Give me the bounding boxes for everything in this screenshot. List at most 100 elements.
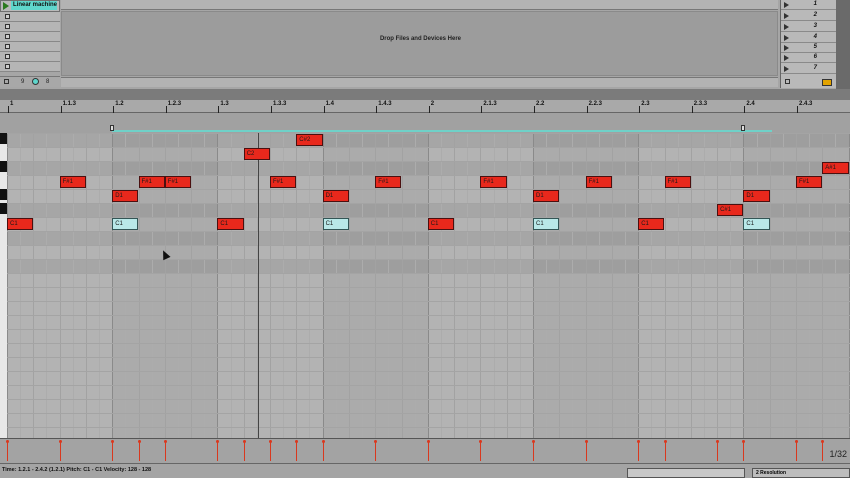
clip-slot[interactable] <box>0 22 60 32</box>
clip-stop-icon[interactable] <box>5 54 10 59</box>
midi-note[interactable]: D1 <box>322 190 349 202</box>
velocity-stem[interactable] <box>217 440 219 461</box>
midi-note[interactable]: C#2 <box>296 134 323 146</box>
scene-launch[interactable]: 6 <box>781 53 837 63</box>
midi-note[interactable]: C1 <box>217 218 244 230</box>
velocity-stem[interactable] <box>112 440 114 461</box>
velocity-stem[interactable] <box>664 440 666 461</box>
velocity-handle[interactable] <box>163 440 167 443</box>
scene-play-icon[interactable] <box>784 13 789 19</box>
clip-slot[interactable] <box>0 32 60 42</box>
piano-keyboard[interactable] <box>0 133 7 438</box>
midi-note[interactable]: C1 <box>112 218 139 230</box>
clip-slot[interactable] <box>0 52 60 62</box>
velocity-stem[interactable] <box>138 440 140 461</box>
midi-note[interactable]: F#1 <box>138 176 165 188</box>
clip-slot[interactable] <box>0 62 60 72</box>
loop-start-handle[interactable] <box>110 125 114 131</box>
velocity-handle[interactable] <box>321 440 325 443</box>
clip-stop-icon[interactable] <box>5 14 10 19</box>
midi-note[interactable]: D1 <box>743 190 770 202</box>
midi-note[interactable]: C1 <box>427 218 455 230</box>
note-editor-grid[interactable]: C1 F#1 C1 D1 F#1 F#1 C1 C2 F#1 C#2 C1 D1 F#1 C1 F#1 C1 D… <box>7 133 850 438</box>
scene-launch[interactable]: 4 <box>781 33 837 43</box>
velocity-stem[interactable] <box>270 440 271 461</box>
velocity-handle[interactable] <box>479 440 483 443</box>
stop-all-button[interactable] <box>822 79 832 86</box>
resolution-box[interactable]: 2 Resolution <box>752 468 850 478</box>
velocity-handle[interactable] <box>374 440 378 443</box>
velocity-handle[interactable] <box>295 440 299 443</box>
scene-play-icon[interactable] <box>784 45 789 51</box>
track-name[interactable]: Linear machine <box>11 1 57 10</box>
velocity-handle[interactable] <box>269 440 272 443</box>
velocity-handle[interactable] <box>637 440 641 443</box>
loop-end-handle[interactable] <box>741 125 745 131</box>
velocity-stem[interactable] <box>322 440 324 461</box>
midi-note[interactable]: F#1 <box>270 176 297 188</box>
midi-note[interactable]: C1 <box>743 218 770 230</box>
midi-note[interactable]: C#1 <box>717 204 744 216</box>
track-play-icon[interactable] <box>3 2 9 10</box>
clip-stop-icon[interactable] <box>5 44 10 49</box>
velocity-stem[interactable] <box>717 440 719 461</box>
midi-note[interactable]: A#1 <box>822 162 849 174</box>
velocity-stem[interactable] <box>743 440 745 461</box>
clip-stop-icon[interactable] <box>5 24 10 29</box>
scene-play-icon[interactable] <box>784 24 789 30</box>
midi-note[interactable]: C2 <box>243 148 270 160</box>
midi-note[interactable]: C1 <box>322 218 349 230</box>
track-stop-icon[interactable] <box>4 79 9 84</box>
velocity-stem[interactable] <box>480 440 482 461</box>
clip-slot[interactable] <box>0 12 60 22</box>
grid-resolution[interactable]: 1/32 <box>829 449 847 459</box>
velocity-handle[interactable] <box>532 440 535 443</box>
midi-note[interactable]: F#1 <box>375 176 402 188</box>
midi-note[interactable]: F#1 <box>480 176 507 188</box>
velocity-stem[interactable] <box>822 440 824 461</box>
velocity-handle[interactable] <box>742 440 746 443</box>
clip-stop-icon[interactable] <box>5 64 10 69</box>
velocity-handle[interactable] <box>426 440 430 443</box>
velocity-handle[interactable] <box>58 440 62 443</box>
velocity-handle[interactable] <box>716 440 720 443</box>
velocity-stem[interactable] <box>243 440 245 461</box>
velocity-handle[interactable] <box>216 440 220 443</box>
velocity-handle[interactable] <box>663 440 667 443</box>
midi-note[interactable]: F#1 <box>59 176 86 188</box>
velocity-lane[interactable] <box>0 438 850 463</box>
velocity-handle[interactable] <box>6 440 9 443</box>
velocity-stem[interactable] <box>427 440 429 461</box>
midi-note[interactable]: C1 <box>533 218 560 230</box>
velocity-stem[interactable] <box>533 440 534 461</box>
overview-box[interactable] <box>627 468 745 478</box>
clip-stop-icon[interactable] <box>5 34 10 39</box>
velocity-stem[interactable] <box>638 440 640 461</box>
velocity-handle[interactable] <box>821 440 825 443</box>
midi-note[interactable]: D1 <box>533 190 560 202</box>
midi-note[interactable]: D1 <box>112 190 139 202</box>
midi-note[interactable]: F#1 <box>664 176 691 188</box>
midi-note[interactable]: F#1 <box>164 176 192 188</box>
velocity-stem[interactable] <box>796 440 797 461</box>
velocity-handle[interactable] <box>584 440 588 443</box>
black-key[interactable] <box>0 189 7 200</box>
scene-play-icon[interactable] <box>784 66 789 72</box>
monitor-icon[interactable] <box>32 78 39 85</box>
midi-note[interactable]: C1 <box>638 218 665 230</box>
stop-clips-icon[interactable] <box>785 79 790 84</box>
scene-play-icon[interactable] <box>784 2 789 8</box>
velocity-handle[interactable] <box>795 440 798 443</box>
velocity-stem[interactable] <box>59 440 61 461</box>
device-drop-area[interactable]: Drop Files and Devices Here <box>61 11 778 76</box>
black-key[interactable] <box>0 133 7 144</box>
velocity-stem[interactable] <box>375 440 377 461</box>
midi-note[interactable]: F#1 <box>585 176 612 188</box>
velocity-handle[interactable] <box>111 440 115 443</box>
velocity-stem[interactable] <box>296 440 298 461</box>
velocity-stem[interactable] <box>164 440 166 461</box>
scene-play-icon[interactable] <box>784 55 789 61</box>
scene-launch[interactable]: 7 <box>781 64 837 74</box>
loop-brace[interactable] <box>112 130 772 132</box>
midi-note[interactable]: F#1 <box>796 176 823 188</box>
